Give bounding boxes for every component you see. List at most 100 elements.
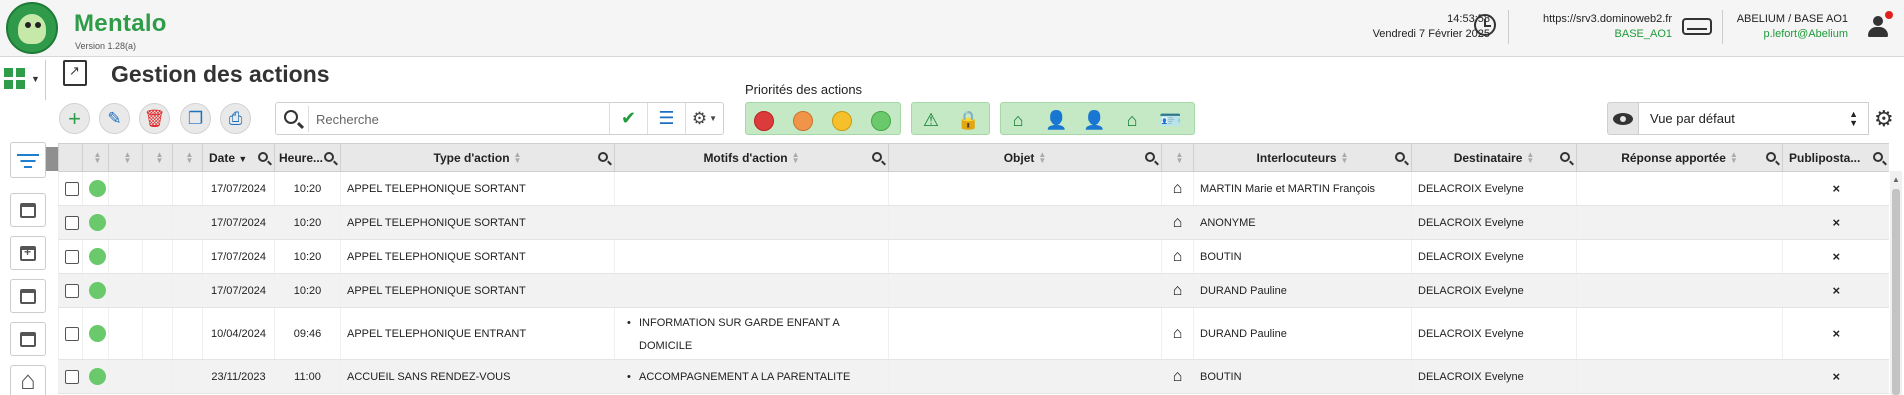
edit-button[interactable]: ✎ xyxy=(99,103,130,134)
scroll-up-icon[interactable]: ▲ xyxy=(1892,175,1900,184)
header-select[interactable] xyxy=(58,143,83,172)
user-account-icon[interactable] xyxy=(1867,11,1893,38)
search-input[interactable] xyxy=(316,108,636,130)
header-objet[interactable]: Objet ▲ ▼ xyxy=(888,143,1162,172)
calendar-button[interactable] xyxy=(10,193,46,227)
list-view-button[interactable]: ☰ xyxy=(647,103,685,134)
motif-item-continued: DOMICILE xyxy=(639,339,693,352)
column-search-icon[interactable] xyxy=(258,152,268,162)
house-family-icon: ⌂ xyxy=(1172,179,1183,197)
view-visibility-button[interactable] xyxy=(1607,102,1639,135)
header-motifs[interactable]: Motifs d'action ▲ ▼ xyxy=(614,143,889,172)
current-time: 14:53:58 xyxy=(1447,13,1490,25)
table-row[interactable]: 17/07/2024 10:20 APPEL TELEPHONIQUE SORT… xyxy=(58,239,1889,274)
cell-publipostage: × xyxy=(1782,205,1889,240)
row-checkbox[interactable] xyxy=(65,249,79,264)
column-search-icon[interactable] xyxy=(1560,152,1570,162)
header-col5[interactable]: ▲ ▼ xyxy=(172,143,203,172)
cell-type: APPEL TELEPHONIQUE SORTANT xyxy=(340,273,615,308)
header-heure[interactable]: Heure... xyxy=(274,143,341,172)
header-destinataire[interactable]: Destinataire ▲ ▼ xyxy=(1411,143,1577,172)
calendar-week-button[interactable] xyxy=(10,279,46,313)
search-settings-button[interactable]: ⚙ ▼ xyxy=(685,103,723,134)
table-row[interactable]: 17/07/2024 10:20 APPEL TELEPHONIQUE SORT… xyxy=(58,205,1889,240)
row-checkbox[interactable] xyxy=(65,326,79,341)
cell-interlocuteur: BOUTIN xyxy=(1193,359,1412,394)
mentalo-logo[interactable] xyxy=(6,2,58,54)
id-card-icon[interactable]: 🪪 xyxy=(1159,109,1181,131)
sort-desc-icon: ▼ xyxy=(238,153,248,164)
calendar-month-button[interactable] xyxy=(10,322,46,356)
add-button[interactable]: + xyxy=(59,103,90,134)
server-url: https://srv3.dominoweb2.fr xyxy=(1542,13,1672,25)
delete-button[interactable]: 🗑 xyxy=(139,103,170,134)
cell-publipostage: × xyxy=(1782,171,1889,206)
chevron-down-icon[interactable]: ▼ xyxy=(31,74,40,84)
table-scrollbar[interactable]: ▲ xyxy=(1890,171,1902,395)
cell-destinataire: DELACROIX Evelyne xyxy=(1411,205,1577,240)
printer-icon: ⎙ xyxy=(228,108,243,128)
header-reponse[interactable]: Réponse apportée ▲ ▼ xyxy=(1576,143,1783,172)
print-button[interactable]: ⎙ xyxy=(220,103,251,134)
cell-publipostage: × xyxy=(1782,307,1889,360)
column-search-icon[interactable] xyxy=(1395,152,1405,162)
table-row[interactable]: 17/07/2024 10:20 APPEL TELEPHONIQUE SORT… xyxy=(58,171,1889,206)
status-indicator xyxy=(89,214,106,231)
table-row[interactable]: 17/07/2024 10:20 APPEL TELEPHONIQUE SORT… xyxy=(58,273,1889,308)
filter-toggle-button[interactable] xyxy=(10,142,46,178)
motif-item: INFORMATION SUR GARDE ENFANT A xyxy=(621,311,882,335)
row-checkbox[interactable] xyxy=(65,181,79,196)
cell-date: 23/11/2023 xyxy=(202,359,275,394)
table-row[interactable]: 10/04/2024 09:46 APPEL TELEPHONIQUE ENTR… xyxy=(58,307,1889,360)
trash-icon: 🗑 xyxy=(143,108,166,128)
view-select[interactable]: Vue par défaut ▲ ▼ xyxy=(1639,102,1869,135)
cell-type: APPEL TELEPHONIQUE SORTANT xyxy=(340,171,615,206)
chevron-down-icon: ▼ xyxy=(709,114,718,123)
duplicate-button[interactable]: ❐ xyxy=(180,103,211,134)
lock-icon[interactable]: 🔒 xyxy=(957,109,979,131)
house-family-icon: ⌂ xyxy=(1172,247,1183,265)
cell-reponse xyxy=(1576,273,1783,308)
column-search-icon[interactable] xyxy=(1873,152,1883,162)
professional-icon[interactable]: 👤 xyxy=(1045,109,1067,131)
cell-motifs: ACCOMPAGNEMENT A LA PARENTALITE xyxy=(614,359,889,394)
home-rail-button[interactable]: ⌂ xyxy=(10,365,46,395)
header-interlocuteurs[interactable]: Interlocuteurs ▲ ▼ xyxy=(1193,143,1412,172)
house-family-icon[interactable]: ⌂ xyxy=(1007,109,1029,131)
row-checkbox[interactable] xyxy=(65,369,79,384)
header-col4[interactable]: ▲ ▼ xyxy=(142,143,173,172)
cell-heure: 10:20 xyxy=(274,273,341,308)
header-col3[interactable]: ▲ ▼ xyxy=(108,143,143,172)
header-publipostage[interactable]: Publiposta... xyxy=(1782,143,1889,172)
header-icon-col[interactable]: ▲ ▼ xyxy=(1161,143,1194,172)
row-checkbox[interactable] xyxy=(65,283,79,298)
column-search-icon[interactable] xyxy=(324,152,334,162)
scrollbar-thumb[interactable] xyxy=(1892,189,1900,395)
column-search-icon[interactable] xyxy=(1766,152,1776,162)
column-search-icon[interactable] xyxy=(1145,152,1155,162)
priority-orange-filter[interactable] xyxy=(793,111,813,131)
app-grid-icon[interactable] xyxy=(4,68,26,90)
priority-yellow-filter[interactable] xyxy=(832,111,852,131)
header-date[interactable]: Date ▼ xyxy=(202,143,275,172)
gear-icon[interactable]: ⚙ xyxy=(1874,106,1894,132)
person-icon[interactable]: 👤 xyxy=(1083,109,1105,131)
cell-date: 17/07/2024 xyxy=(202,273,275,308)
header-status[interactable]: ▲ ▼ xyxy=(82,143,109,172)
calendar-add-button[interactable] xyxy=(10,236,46,270)
validate-search-button[interactable]: ✔ xyxy=(609,103,647,134)
priority-red-filter[interactable] xyxy=(754,111,774,131)
cell-type: APPEL TELEPHONIQUE SORTANT xyxy=(340,239,615,274)
row-checkbox[interactable] xyxy=(65,215,79,230)
column-search-icon[interactable] xyxy=(872,152,882,162)
priority-green-filter[interactable] xyxy=(871,111,891,131)
server-drive-icon[interactable] xyxy=(1682,18,1712,35)
home-icon[interactable]: ⌂ xyxy=(1121,109,1143,131)
warning-icon[interactable]: ⚠ xyxy=(920,109,942,131)
table-row[interactable]: 23/11/2023 11:00 ACCUEIL SANS RENDEZ-VOU… xyxy=(58,359,1889,394)
header-type[interactable]: Type d'action ▲ ▼ xyxy=(340,143,615,172)
column-search-icon[interactable] xyxy=(598,152,608,162)
cell-interlocuteur: MARTIN Marie et MARTIN François xyxy=(1193,171,1412,206)
search-icon[interactable] xyxy=(284,110,298,124)
cell-destinataire: DELACROIX Evelyne xyxy=(1411,239,1577,274)
